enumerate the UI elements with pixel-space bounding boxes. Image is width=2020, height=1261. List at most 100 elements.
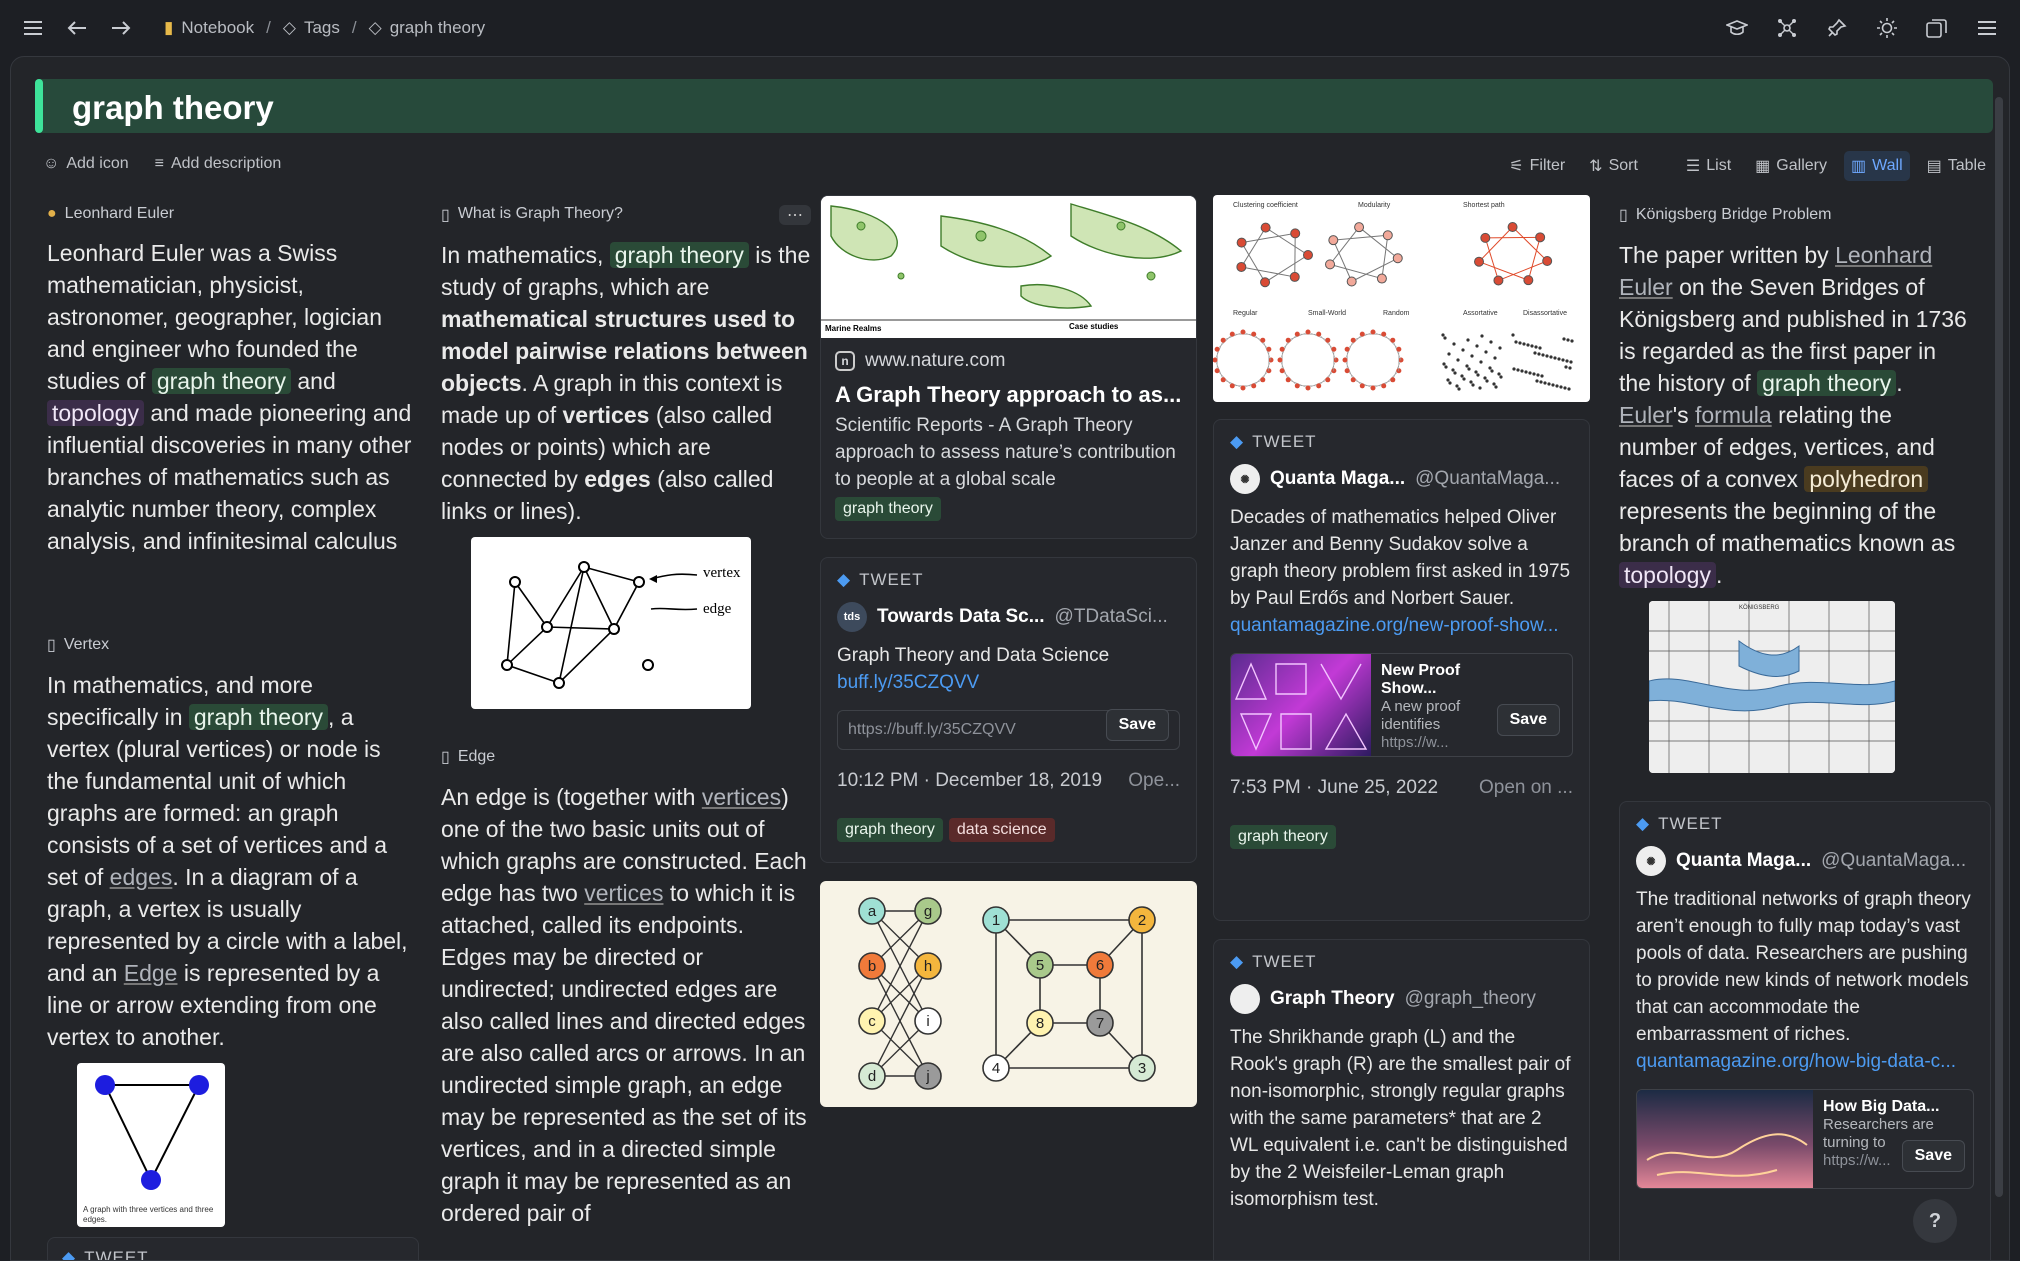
link-preview[interactable]: How Big Data... Researchers are turning … [1636,1089,1974,1189]
page-title[interactable]: graph theory [72,89,274,127]
tweet-user[interactable]: Quanta Maga... [1270,468,1405,490]
gallery-icon: ▦ [1755,158,1771,175]
link[interactable]: Edge [124,960,178,986]
link[interactable]: edges [110,864,173,890]
tag-highlight[interactable]: topology [47,400,144,426]
filter-button[interactable]: ⚟ Filter [1502,151,1572,181]
tweet-user[interactable]: Towards Data Sc... [877,606,1045,628]
tweet-handle[interactable]: @TDataSci... [1055,606,1168,628]
tweet-handle[interactable]: @QuantaMaga... [1415,468,1560,490]
network-icon[interactable] [1772,13,1802,43]
more-menu-icon[interactable] [1972,13,2002,43]
link[interactable]: vertices [584,880,663,906]
network-node [1564,365,1568,369]
sun-icon[interactable] [1872,13,1902,43]
tweet-handle[interactable]: @QuantaMaga... [1821,850,1966,872]
graph-node-label: 5 [1036,957,1044,974]
note-card-vertex[interactable]: ▯ Vertex In mathematics, and more specifi… [47,635,417,1227]
network-node [1316,331,1322,337]
breadcrumb-notebook[interactable]: Notebook [181,18,254,38]
pin-icon[interactable] [1822,13,1852,43]
tag-chip[interactable]: graph theory [837,818,943,842]
menu-icon[interactable] [18,13,48,43]
graph-node-label: g [924,903,932,920]
network-types-image: Clustering coefficient Modularity Shortest… [1213,195,1590,402]
save-button[interactable]: Save [1496,704,1560,736]
help-button[interactable]: ? [1913,1199,1957,1243]
table-view-button[interactable]: ▤ Table [1920,151,1993,181]
tweet-card[interactable]: ◆ TWEET ✺ Quanta Maga... @QuantaMaga... The… [1619,801,1991,1260]
note-card-edge[interactable]: ▯ Edge An edge is (together with vertices… [441,747,811,1229]
link[interactable]: Euler [1619,402,1673,428]
link[interactable]: formula [1695,402,1772,428]
wall-view-button[interactable]: ▥ Wall [1843,151,1910,181]
network-node [1462,377,1466,381]
tag-highlight[interactable]: topology [1619,562,1716,588]
windows-icon[interactable] [1922,13,1952,43]
card-title: What is Graph Theory? [457,205,623,222]
tag-highlight[interactable]: polyhedron [1804,466,1929,492]
figure-label: Small-World [1308,310,1346,317]
network-node [1214,346,1220,352]
figure-label: Disassortative [1523,310,1567,317]
tag-highlight[interactable]: graph theory [151,368,291,394]
network-node [1542,256,1553,267]
tweet-card[interactable]: ◆ TWEET ✺ Quanta Maga... @QuantaMaga... Dec… [1213,419,1590,921]
link[interactable]: vertices [702,784,781,810]
tweet-user[interactable]: Quanta Maga... [1676,850,1811,872]
tag-chip[interactable]: data science [948,818,1055,842]
network-node [1350,377,1356,383]
breadcrumb-current[interactable]: graph theory [390,18,485,38]
link-card-nature[interactable]: Marine Realms Case studies n www.nature.c… [820,195,1197,539]
save-button[interactable]: Save [1105,709,1169,741]
add-icon-button[interactable]: ☺ Add icon [43,155,129,173]
network-node [1448,381,1452,385]
link-title[interactable]: A Graph Theory approach to as... [835,382,1182,408]
network-edge [1381,235,1389,279]
scrollbar[interactable] [1995,97,2003,1197]
add-description-button[interactable]: ≡ Add description [155,155,282,173]
document-icon: ▯ [47,637,56,654]
url-field[interactable]: https://buff.ly/35CZQVV Save [837,709,1180,750]
tweet-time: 10:12 PM · December 18, 2019 [837,770,1103,791]
tweet-card[interactable]: ◆ TWEET [47,1237,419,1260]
tag-highlight[interactable]: graph theory [609,242,749,268]
tag-highlight[interactable]: graph theory [188,704,329,730]
network-node [1303,250,1313,260]
back-arrow-icon[interactable] [62,13,92,43]
tag-highlight[interactable]: graph theory [1757,370,1897,396]
network-node [1483,376,1487,380]
tweet-link[interactable]: quantamagazine.org/how-big-data-c... [1636,1048,1974,1075]
tweet-link[interactable]: quantamagazine.org/new-proof-show... [1230,612,1573,639]
tweet-user[interactable]: Graph Theory [1270,988,1395,1010]
tweet-link[interactable]: buff.ly/35CZQVV [837,669,1180,696]
link-preview[interactable]: New Proof Show... A new proof identifies… [1230,653,1573,757]
tweet-label: TWEET [1252,432,1317,451]
tag-chip[interactable]: graph theory [1230,825,1336,849]
note-card-konigsberg[interactable]: ▯ Königsberg Bridge Problem The paper wri… [1619,205,1969,773]
breadcrumb-tags[interactable]: Tags [304,18,340,38]
open-link[interactable]: Ope... [1128,770,1180,792]
graduation-cap-icon[interactable] [1722,13,1752,43]
network-node [1466,338,1470,342]
network-node [1289,271,1300,282]
network-edge [1329,263,1383,280]
note-card-euler[interactable]: ● Leonhard Euler Leonhard Euler was a Swi… [47,205,417,557]
gallery-view-button[interactable]: ▦ Gallery [1748,151,1834,181]
tag-chip[interactable]: graph theory [835,497,941,521]
note-card-what-is[interactable]: ▯ What is Graph Theory? ⋯ In mathematics, … [441,205,811,709]
network-node [1328,235,1339,246]
network-node [1236,261,1247,272]
forward-arrow-icon[interactable] [106,13,136,43]
tweet-handle[interactable]: @graph_theory [1405,988,1536,1010]
tag-icon: ◇ [368,17,382,37]
tweet-card[interactable]: ◆ TWEET tds Towards Data Sc... @TDataSci...… [820,557,1197,863]
network-node [1480,232,1491,243]
tweet-card[interactable]: ◆ TWEET Graph Theory @graph_theory The Shr… [1213,939,1590,1260]
sort-button[interactable]: ⇅ Sort [1582,151,1645,181]
list-view-button[interactable]: ☰ List [1679,151,1738,181]
more-options-icon[interactable]: ⋯ [779,205,811,225]
open-link[interactable]: Open on ... [1479,777,1573,799]
network-edge [1264,254,1309,283]
save-button[interactable]: Save [1901,1140,1965,1172]
